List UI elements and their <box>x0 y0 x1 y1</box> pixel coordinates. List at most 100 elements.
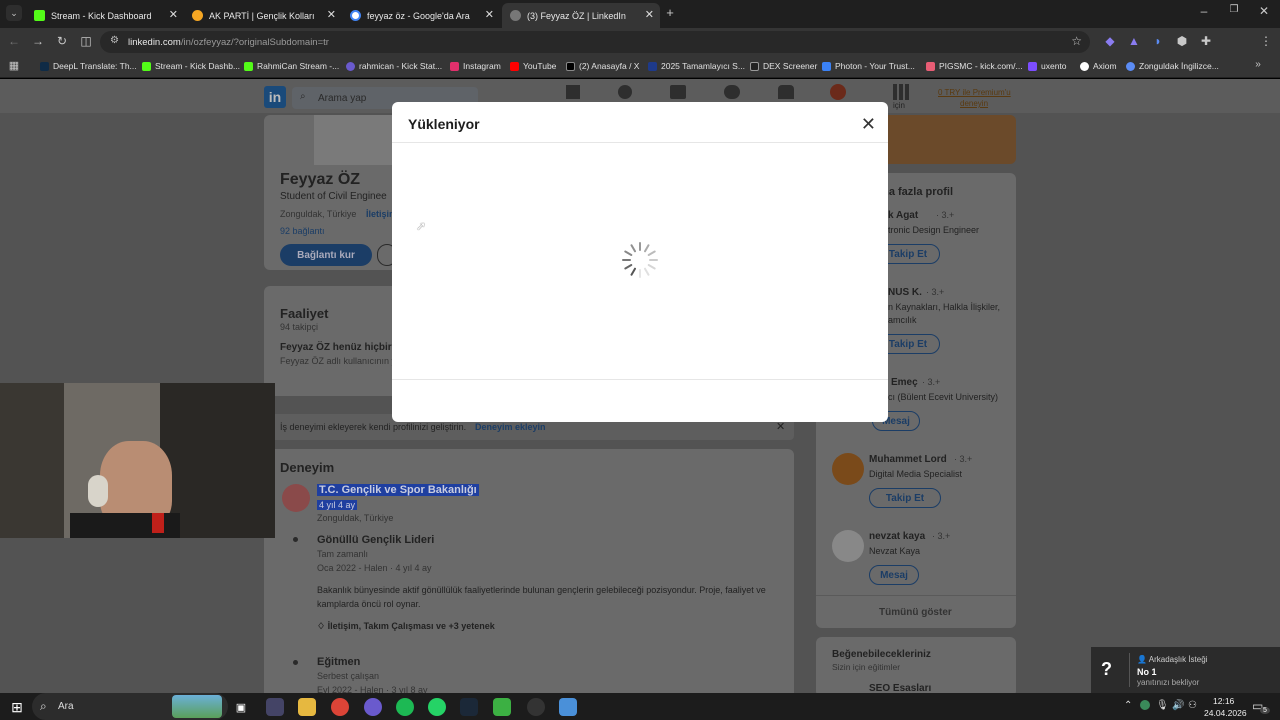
minimize-icon[interactable]: – <box>1196 4 1212 18</box>
close-tab-icon[interactable]: ✕ <box>645 8 654 21</box>
split-view-icon[interactable]: ◫ <box>78 34 94 48</box>
messaging-icon[interactable] <box>724 85 740 99</box>
message-button[interactable]: Mesaj <box>869 565 919 585</box>
bookmark-star-icon[interactable]: ☆ <box>1071 34 1082 48</box>
forward-icon[interactable]: → <box>30 34 46 48</box>
notifications-icon[interactable] <box>778 85 794 99</box>
volume-icon[interactable]: 🔊 <box>1172 700 1184 711</box>
close-window-icon[interactable]: ✕ <box>1256 4 1272 18</box>
extension-icon[interactable]: ◆ <box>1102 34 1118 48</box>
bookmark-label: Instagram <box>463 61 501 71</box>
tab-ak-parti[interactable]: AK PARTİ | Gençlik Kolları ✕ <box>184 3 342 28</box>
show-all-link[interactable]: Tümünü göster <box>879 607 952 618</box>
bookmark-item[interactable]: (2) Anasayfa / X <box>566 61 639 71</box>
bookmark-item[interactable]: DeepL Translate: Th... <box>40 61 137 71</box>
close-icon[interactable]: ✕ <box>861 114 876 135</box>
profile-photo[interactable] <box>314 115 394 165</box>
app-icon[interactable] <box>364 698 382 716</box>
bookmark-item[interactable]: DEX Screener <box>750 61 817 71</box>
search-placeholder: Arama yap <box>318 93 367 104</box>
bookmark-item[interactable]: Photon - Your Trust... <box>822 61 915 71</box>
shield-icon[interactable]: ⬢ <box>1174 34 1190 48</box>
bookmark-item[interactable]: Stream - Kick Dashb... <box>142 61 240 71</box>
file-explorer-icon[interactable] <box>298 698 316 716</box>
tab-google-search[interactable]: feyyaz öz - Google'da Ara ✕ <box>342 3 500 28</box>
network-icon[interactable]: ⚇ <box>1188 700 1197 711</box>
tab-kick-dashboard[interactable]: Stream - Kick Dashboard ✕ <box>26 3 184 28</box>
bookmark-item[interactable]: RahmiCan Stream -... <box>244 61 339 71</box>
tray-chevron-icon[interactable]: ⌃ <box>1124 700 1132 711</box>
person-avatar[interactable] <box>832 530 864 562</box>
reload-icon[interactable]: ↻ <box>54 34 70 48</box>
youtube-icon <box>510 61 519 71</box>
back-icon[interactable]: ← <box>6 34 22 48</box>
close-tab-icon[interactable]: ✕ <box>169 8 178 21</box>
task-view-icon[interactable]: ▣ <box>232 698 250 716</box>
person-name[interactable]: nevzat kaya <box>869 531 925 542</box>
restore-icon[interactable]: ❐ <box>1226 4 1242 15</box>
connect-button[interactable]: Bağlantı kur <box>280 244 372 266</box>
address-bar[interactable]: ⚙ linkedin.com/in/ozfeyyaz/?originalSubd… <box>100 31 1090 53</box>
network-icon[interactable] <box>618 85 632 99</box>
bookmark-item[interactable]: rahmican - Kick Stat... <box>346 61 442 71</box>
bookmark-item[interactable]: PIGSMC - kick.com/... <box>926 61 1023 71</box>
taskbar-search[interactable]: ⌕ Ara <box>32 693 228 720</box>
person-name[interactable]: Muhammet Lord <box>869 454 947 465</box>
site-info-icon[interactable]: ⚙ <box>110 35 119 46</box>
premium-link[interactable]: deneyin <box>960 99 988 108</box>
connections-count[interactable]: 92 bağlantı <box>280 226 325 236</box>
business-grid-icon[interactable] <box>893 84 909 100</box>
me-avatar[interactable] <box>830 84 846 100</box>
bookmark-item[interactable]: 2025 Tamamlayıcı S... <box>648 61 745 71</box>
bookmark-item[interactable]: Axiom <box>1080 61 1117 71</box>
bookmark-item[interactable]: YouTube <box>510 61 556 71</box>
widget-icon[interactable] <box>266 698 284 716</box>
new-tab-icon[interactable]: + <box>662 5 678 20</box>
course-item[interactable]: SEO Esasları <box>869 683 931 693</box>
bookmark-item[interactable]: Instagram <box>450 61 501 71</box>
divider <box>392 379 888 380</box>
steam-icon[interactable] <box>460 698 478 716</box>
home-icon[interactable] <box>566 85 580 99</box>
tray-icon[interactable] <box>1140 700 1150 710</box>
ministry-logo[interactable] <box>282 484 310 512</box>
bookmark-item[interactable]: Zonguldak İngilizce... <box>1126 61 1219 71</box>
tab-search-icon[interactable]: ⌄ <box>6 5 22 21</box>
jobs-icon[interactable] <box>670 85 686 99</box>
person-name[interactable]: Emeç <box>891 377 918 388</box>
extension-icon[interactable]: ◗ <box>1150 34 1166 48</box>
spotify-icon[interactable] <box>396 698 414 716</box>
person-name[interactable]: NUS K. <box>888 287 922 298</box>
close-tab-icon[interactable]: ✕ <box>485 8 494 21</box>
obs-icon[interactable] <box>527 698 545 716</box>
experience-org[interactable]: T.C. Gençlik ve Spor Bakanlığı <box>317 484 479 496</box>
role-skills[interactable]: ♢ İletişim, Takım Çalışması ve +3 yetene… <box>317 621 495 632</box>
extension-icon[interactable]: ▲ <box>1126 34 1142 48</box>
profile-location: Zonguldak, Türkiye <box>280 209 357 219</box>
whatsapp-icon[interactable] <box>428 698 446 716</box>
follow-button[interactable]: Takip Et <box>869 488 941 508</box>
connect-label: Bağlantı kur <box>297 249 355 261</box>
menu-icon[interactable]: ⋮ <box>1258 34 1274 48</box>
premium-link[interactable]: 0 TRY ile Premium'u <box>938 88 1011 97</box>
add-experience-link[interactable]: Deneyim ekleyin <box>475 422 546 432</box>
chrome-icon[interactable] <box>331 698 349 716</box>
clock-date[interactable]: 24.04.2026 <box>1204 708 1247 718</box>
person-degree: · 3.+ <box>936 210 955 220</box>
apps-grid-icon[interactable]: ▦ <box>6 59 22 72</box>
clock-time[interactable]: 12:16 <box>1213 696 1234 706</box>
more-bookmarks-icon[interactable]: » <box>1250 59 1266 70</box>
linkedin-logo[interactable]: in <box>264 86 286 108</box>
person-avatar[interactable] <box>832 453 864 485</box>
app-icon[interactable] <box>559 698 577 716</box>
friend-request-notification[interactable]: ? 👤 Arkadaşlık İsteği No 1 yanıtınızı be… <box>1091 647 1280 693</box>
browser-toolbar: ← → ↻ ◫ ⚙ linkedin.com/in/ozfeyyaz/?orig… <box>0 28 1280 76</box>
microphone-icon[interactable]: 🎙 <box>1156 700 1169 711</box>
person-name[interactable]: k Agat <box>888 210 918 221</box>
windows-start-icon[interactable]: ⊞ <box>8 698 26 716</box>
extensions-puzzle-icon[interactable]: ✚ <box>1198 34 1214 48</box>
close-tab-icon[interactable]: ✕ <box>327 8 336 21</box>
app-icon[interactable] <box>493 698 511 716</box>
tab-linkedin[interactable]: (3) Feyyaz ÖZ | LinkedIn ✕ <box>502 3 660 28</box>
bookmark-item[interactable]: uxento <box>1028 61 1067 71</box>
